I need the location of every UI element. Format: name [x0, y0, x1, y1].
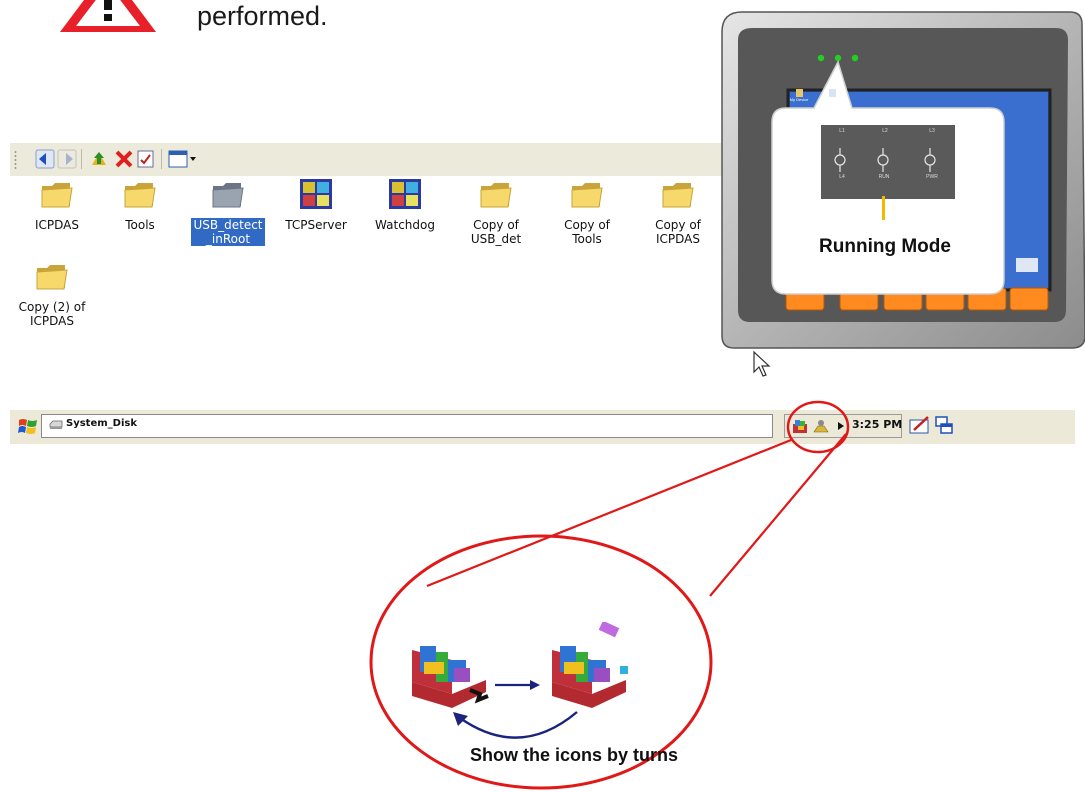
tray-expand-icon[interactable] [837, 421, 845, 431]
device-screen-icon: My Device [789, 89, 809, 102]
running-mode-label: Running Mode [819, 236, 951, 257]
file-label: Copy of USB_det [470, 218, 522, 246]
input-panel-icon[interactable] [909, 416, 931, 436]
app-cube-icon [365, 178, 445, 210]
file-item[interactable]: ICPDAS [17, 178, 97, 232]
led-top-label: L1 [839, 128, 845, 134]
toolbar-separator [81, 149, 82, 169]
toolbar-separator [161, 149, 162, 169]
file-label: ICPDAS [34, 218, 79, 232]
file-label: Copy (2) of ICPDAS [18, 300, 86, 328]
led-bottom-label: L4 [839, 174, 845, 180]
file-item[interactable]: Copy (2) of ICPDAS [12, 260, 92, 328]
warning-icon [60, 0, 156, 32]
folder-icon [100, 178, 180, 210]
warning-text: performed. [197, 1, 328, 31]
zoom-caption: Show the icons by turns [470, 745, 679, 765]
forward-icon[interactable] [57, 149, 77, 169]
address-text: System_Disk [66, 418, 137, 429]
defrag-active-icon [552, 622, 628, 708]
start-windows-icon[interactable] [17, 416, 39, 438]
switch-windows-icon[interactable] [935, 416, 955, 436]
delete-icon[interactable] [114, 149, 134, 169]
folder-icon [17, 178, 97, 210]
folder-icon [638, 178, 718, 210]
device-panel-illustration [721, 11, 1085, 349]
led-bottom-label: PWR [926, 174, 938, 180]
led-bottom-label: RUN [878, 174, 890, 180]
led-top-label: L2 [882, 128, 888, 134]
views-menu-icon[interactable] [168, 149, 198, 169]
usb-tray-icon[interactable] [812, 418, 830, 434]
app-cube-icon [276, 178, 356, 210]
file-item[interactable]: Tools [100, 178, 180, 232]
file-label: Copy of Tools [564, 218, 610, 246]
address-bar[interactable] [41, 414, 773, 438]
file-item[interactable]: Watchdog [365, 178, 445, 232]
file-label: Watchdog [375, 218, 435, 232]
file-label: Copy of ICPDAS [655, 218, 701, 246]
back-icon[interactable] [35, 149, 55, 169]
file-label: Tools [125, 218, 155, 232]
folder-icon [12, 260, 92, 292]
file-item[interactable]: Copy of USB_det [456, 178, 536, 246]
file-label: USB_detect _inRoot [191, 218, 265, 246]
file-item[interactable]: Copy of ICPDAS [638, 178, 718, 246]
file-label: TCPServer [285, 218, 347, 232]
defrag-tray-icon[interactable] [792, 418, 810, 434]
folder-gray-icon [188, 178, 268, 210]
folder-icon [547, 178, 627, 210]
properties-icon[interactable] [136, 149, 156, 169]
mouse-cursor-icon [753, 350, 771, 377]
tray-clock[interactable]: 3:25 PM [852, 418, 902, 431]
explorer-toolbar [10, 143, 722, 176]
device-screen-icon: TaskMgr [822, 89, 842, 102]
file-item[interactable]: USB_detect _inRoot [188, 178, 268, 251]
toolbar-grip[interactable] [14, 150, 17, 169]
folder-icon [456, 178, 536, 210]
up-folder-icon[interactable] [89, 149, 109, 169]
defrag-icon [412, 646, 489, 708]
led-top-label: L3 [929, 128, 935, 134]
file-item[interactable]: Copy of Tools [547, 178, 627, 246]
file-item[interactable]: TCPServer [276, 178, 356, 232]
disk-drive-icon [49, 420, 63, 429]
